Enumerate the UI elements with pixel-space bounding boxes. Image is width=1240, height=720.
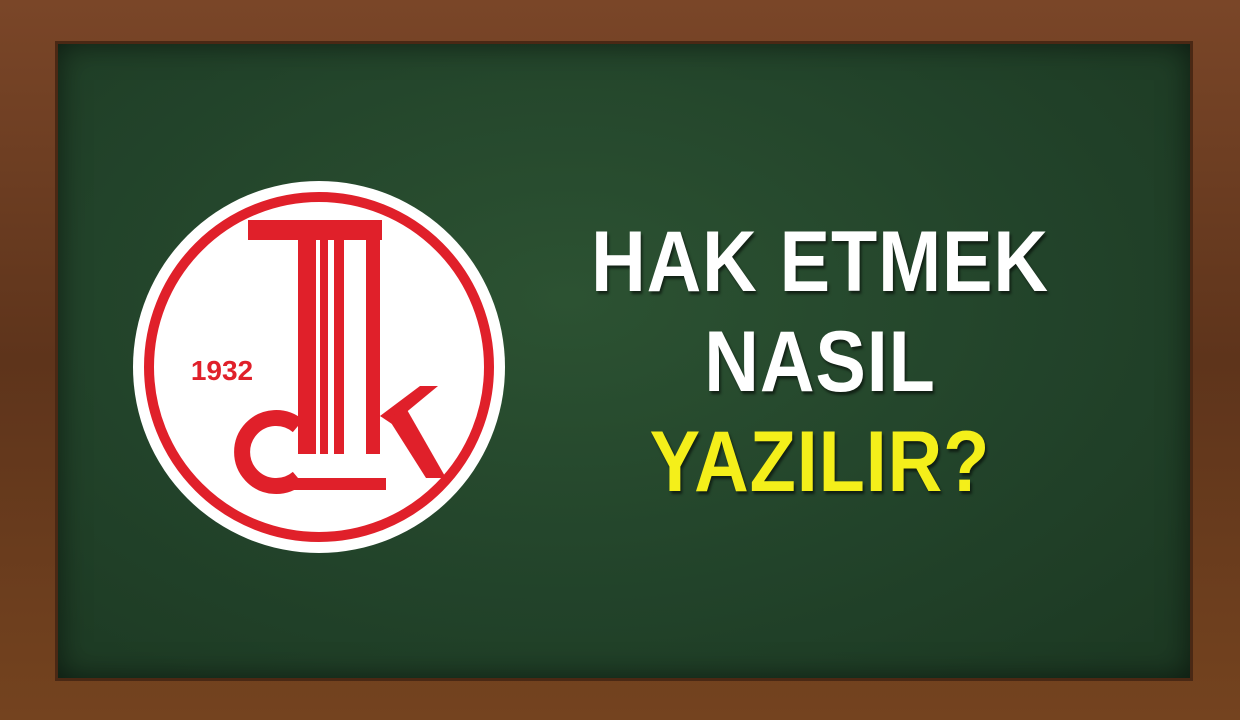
logo-year: 1932 — [191, 355, 253, 386]
headline-line-3: YAZILIR? — [649, 414, 991, 510]
logo-t-bar — [248, 220, 382, 240]
wooden-frame: 1932 HAK ETMEK NASIL YAZILIR? — [0, 0, 1240, 720]
tdk-logo: 1932 — [133, 181, 505, 553]
logo-inner-line-1 — [320, 240, 328, 454]
logo-k-stem — [366, 222, 380, 454]
headline: HAK ETMEK NASIL YAZILIR? — [520, 212, 1120, 512]
logo-baseline — [292, 478, 386, 490]
headline-line-2: NASIL — [704, 314, 936, 410]
headline-line-1: HAK ETMEK — [591, 214, 1049, 310]
logo-inner-line-2 — [334, 240, 344, 454]
